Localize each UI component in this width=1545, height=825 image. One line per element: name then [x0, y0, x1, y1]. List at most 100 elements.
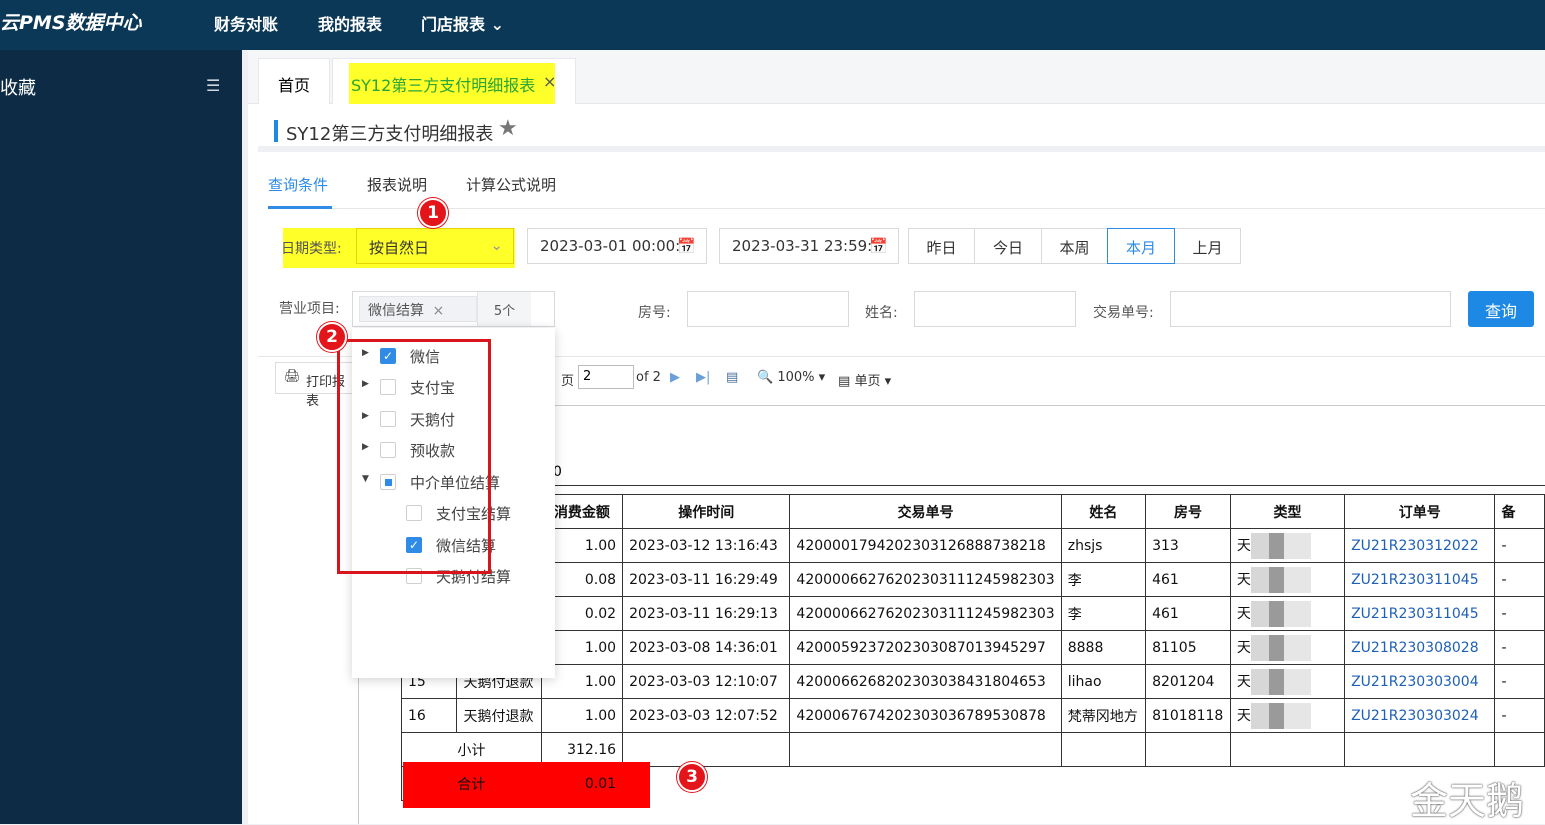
- sidebar: 收藏 ☰: [0, 50, 242, 824]
- table-cell[interactable]: ZU21R230303024: [1344, 698, 1496, 733]
- table-cell: 天: [1229, 664, 1346, 699]
- range-yesterday[interactable]: 昨日: [908, 228, 975, 264]
- tab-sy12-report[interactable]: SY12第三方支付明细报表 ×: [332, 58, 576, 111]
- query-button[interactable]: 查询: [1468, 291, 1534, 327]
- room-input[interactable]: [687, 291, 849, 327]
- star-icon[interactable]: ★: [498, 116, 518, 141]
- range-this-month[interactable]: 本月: [1107, 228, 1175, 264]
- nav-my-reports[interactable]: 我的报表: [318, 11, 382, 35]
- date-type-select[interactable]: 按自然日 ⌄: [356, 228, 514, 264]
- business-item-select[interactable]: 微信结算 × 5个: [352, 291, 555, 327]
- table-cell: 8888: [1060, 630, 1147, 665]
- end-date-input[interactable]: 2023-03-31 23:59:5 📅: [719, 228, 899, 264]
- table-cell[interactable]: ZU21R230308028: [1344, 630, 1496, 665]
- table-cell: 李: [1060, 596, 1147, 631]
- table-cell: 16: [400, 698, 458, 733]
- type-value: 天: [1236, 537, 1251, 554]
- table-header-cell: 姓名: [1060, 494, 1147, 529]
- sidebar-favorites-title: 收藏: [0, 78, 36, 99]
- blurred-redaction: [1250, 668, 1311, 695]
- table-cell: [1145, 732, 1231, 767]
- table-cell: 天鹅付退款: [456, 698, 542, 733]
- divider: [268, 208, 1545, 209]
- table-cell: 2023-03-11 16:29:13: [622, 596, 791, 631]
- annotation-box: [337, 339, 491, 574]
- tab-home[interactable]: 首页: [258, 58, 330, 104]
- table-cell: -: [1494, 698, 1545, 733]
- selected-count: 5个: [477, 292, 531, 326]
- table-cell: 4200006627620230311124598230​3: [789, 596, 1062, 631]
- tab-close-icon[interactable]: ×: [543, 72, 556, 91]
- active-tab-underline: [268, 206, 332, 209]
- table-header-cell: 房号: [1145, 494, 1231, 529]
- table-header-cell: 订单号: [1344, 494, 1496, 529]
- table-cell[interactable]: ZU21R230303004: [1344, 664, 1496, 699]
- room-label: 房号:: [638, 305, 671, 321]
- table-cell: 梵蒂冈地方: [1060, 698, 1147, 733]
- zoom-icon: 🔍: [757, 370, 774, 385]
- table-cell: 81018118: [1145, 698, 1231, 733]
- type-value: 天: [1236, 605, 1251, 622]
- name-input[interactable]: [914, 291, 1076, 327]
- table-cell: -: [1494, 630, 1545, 665]
- menu-collapse-icon[interactable]: ☰: [206, 76, 220, 95]
- table-cell: 2023-03-12 13:16:43: [622, 528, 791, 563]
- table-cell: 天: [1229, 596, 1346, 631]
- report-table: 消费金额 操作时间 交易单号 姓名 房号 类型 订单号 备 1.00 2023-0…: [400, 494, 1545, 801]
- chevron-down-icon: ▾: [818, 370, 826, 385]
- table-cell: 1.00: [540, 698, 624, 733]
- table-cell[interactable]: ZU21R230311045: [1344, 596, 1496, 631]
- table-cell: 4200001794202303126888738218: [789, 528, 1062, 563]
- layout-icon[interactable]: ▤: [726, 370, 738, 385]
- table-cell: -: [1494, 596, 1545, 631]
- table-row: 1.00 2023-03-12 13:16:43 42000017942023031…: [400, 528, 1545, 563]
- last-page-icon[interactable]: ▶|: [696, 370, 710, 385]
- table-cell: 4200059237202303087013945297: [789, 630, 1062, 665]
- table-cell: 天: [1229, 630, 1346, 665]
- table-cell: [1229, 732, 1346, 767]
- brand-title: 云PMS数据中心: [0, 12, 142, 34]
- total-row: 合计 0.01: [401, 766, 1545, 801]
- name-label: 姓名:: [865, 305, 898, 321]
- nav-store-reports-label: 门店报表: [421, 15, 486, 34]
- type-value: 天: [1236, 571, 1251, 588]
- table-cell[interactable]: ZU21R230312022: [1344, 528, 1496, 563]
- chevron-down-icon: ⌄: [490, 236, 503, 254]
- table-header-cell: 类型: [1229, 494, 1346, 529]
- tag-remove-icon[interactable]: ×: [432, 303, 444, 319]
- calendar-icon: 📅: [869, 237, 888, 255]
- range-this-week[interactable]: 本周: [1041, 228, 1108, 264]
- chevron-down-icon: ⌄: [490, 15, 504, 34]
- table-cell: 2023-03-03 12:10:07: [622, 664, 791, 699]
- range-last-month[interactable]: 上月: [1174, 228, 1241, 264]
- table-cell: 2023-03-08 14:36:01: [622, 630, 791, 665]
- trade-no-input[interactable]: [1170, 291, 1451, 327]
- tab-query-conditions[interactable]: 查询条件: [268, 174, 328, 195]
- annotation-marker-1: 1: [418, 198, 448, 228]
- next-page-icon[interactable]: ▶: [670, 370, 680, 385]
- zoom-control[interactable]: 🔍 100% ▾: [757, 370, 825, 385]
- view-mode-control[interactable]: ▤ 单页 ▾: [838, 370, 891, 389]
- table-cell: zhsjs: [1060, 528, 1147, 563]
- page-icon: ▤: [838, 374, 851, 389]
- blurred-redaction: [1250, 702, 1311, 729]
- table-row: 1.00 2023-03-08 14:36:01 42000592372023030…: [400, 630, 1545, 665]
- trade-no-label: 交易单号:: [1093, 305, 1154, 321]
- start-date-input[interactable]: 2023-03-01 00:00:0 📅: [527, 228, 707, 264]
- page-title: SY12第三方支付明细报表: [286, 124, 494, 145]
- nav-store-reports[interactable]: 门店报表 ⌄: [421, 11, 504, 35]
- total-label: 合计: [401, 766, 542, 801]
- table-cell[interactable]: ZU21R230311045: [1344, 562, 1496, 597]
- tab-formula-description[interactable]: 计算公式说明: [466, 174, 556, 195]
- page-number-input[interactable]: 2: [578, 365, 634, 389]
- table-cell: 4200066268202303038431804653: [789, 664, 1062, 699]
- table-cell: [622, 766, 1545, 801]
- table-header-cell: 备: [1494, 494, 1545, 529]
- type-value: 天: [1236, 673, 1251, 690]
- nav-finance-reconcile[interactable]: 财务对账: [214, 11, 278, 35]
- tab-bar: 首页 SY12第三方支付明细报表 ×: [248, 50, 1545, 111]
- report-divider: [553, 485, 1545, 486]
- range-today[interactable]: 今日: [974, 228, 1042, 264]
- tab-report-description[interactable]: 报表说明: [367, 174, 427, 195]
- table-header-cell: 操作时间: [622, 494, 791, 529]
